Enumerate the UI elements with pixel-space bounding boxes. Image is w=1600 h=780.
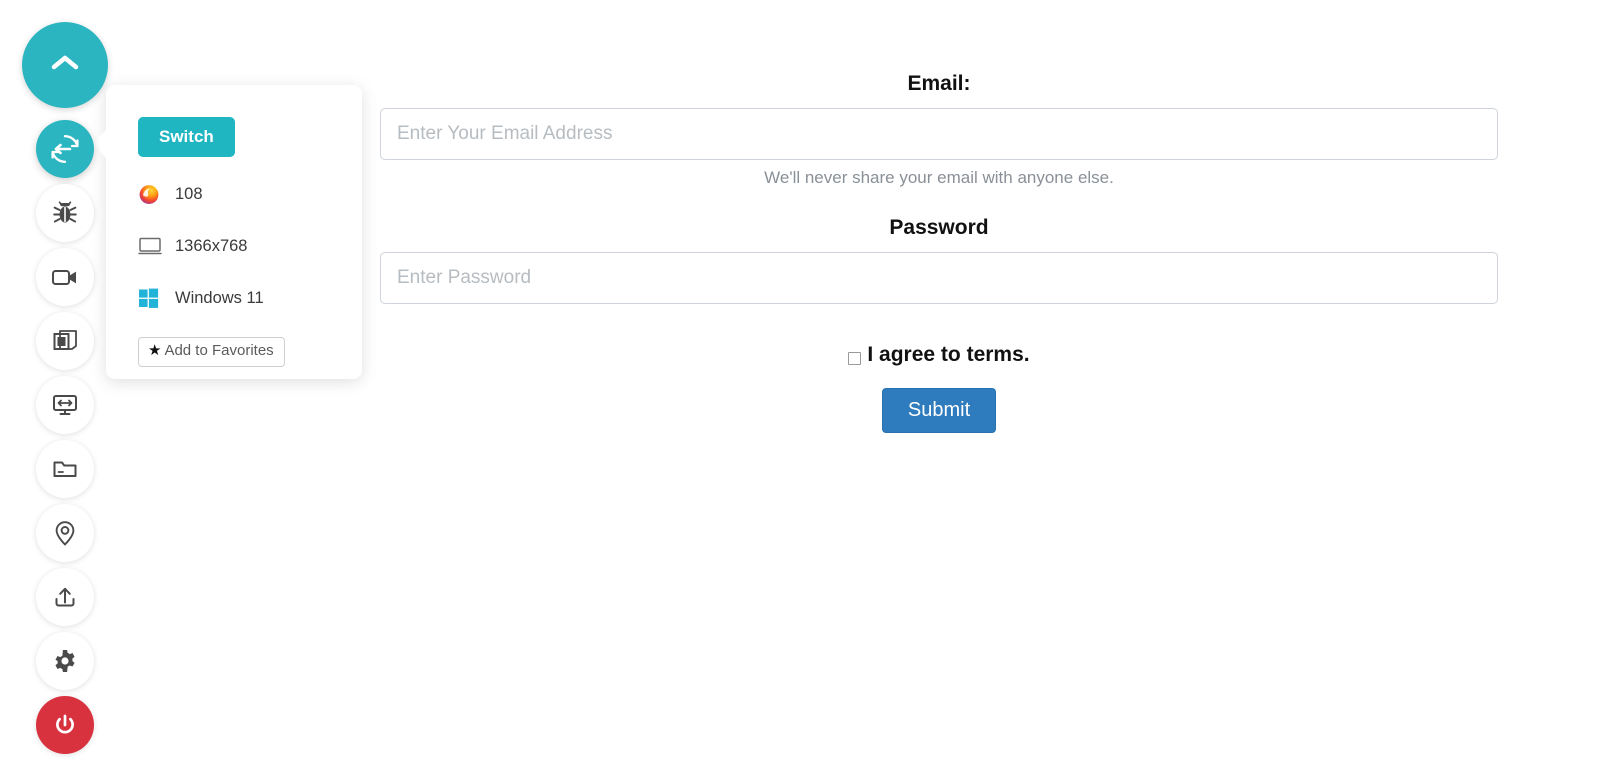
password-input[interactable] <box>380 252 1498 304</box>
monitor-resize-icon <box>51 392 79 418</box>
popup-row-browser: 108 <box>138 179 362 209</box>
page-root: Switch 108 1366x768 Windows 11 ★ Add to … <box>0 0 1600 780</box>
star-icon: ★ <box>148 342 162 359</box>
copy-layers-icon <box>51 328 79 354</box>
switch-button[interactable]: Switch <box>138 117 235 157</box>
bug-icon <box>51 199 79 227</box>
add-to-favorites-label: Add to Favorites <box>164 342 274 359</box>
submit-button[interactable]: Submit <box>881 388 997 433</box>
sidebar-item-bug[interactable] <box>36 184 94 242</box>
email-help-text: We'll never share your email with anyone… <box>764 168 1114 187</box>
terms-checkbox-label[interactable]: I agree to terms. <box>867 343 1029 367</box>
switch-arrows-icon <box>48 132 82 166</box>
sidebar-item-files[interactable] <box>36 440 94 498</box>
popup-row-os: Windows 11 <box>138 283 362 313</box>
popup-row-browser-value: 108 <box>175 184 203 203</box>
map-pin-icon <box>53 519 77 547</box>
firefox-icon <box>138 183 164 205</box>
collapse-toggle-button[interactable] <box>22 22 108 108</box>
popup-row-os-value: Windows 11 <box>175 288 264 307</box>
sidebar-item-screenshots[interactable] <box>36 312 94 370</box>
popup-row-resolution-value: 1366x768 <box>175 236 248 255</box>
email-label: Email: <box>907 72 971 95</box>
sidebar-item-switch[interactable] <box>36 120 94 178</box>
device-info-popup: Switch 108 1366x768 Windows 11 ★ Add to … <box>93 85 362 379</box>
password-label: Password <box>889 216 989 239</box>
popup-arrow-notch <box>93 129 107 159</box>
gear-icon <box>52 648 78 674</box>
sidebar-item-record[interactable] <box>36 248 94 306</box>
sidebar-item-upload[interactable] <box>36 568 94 626</box>
video-camera-icon <box>50 265 80 289</box>
terms-checkbox-row: I agree to terms. <box>380 343 1498 367</box>
folder-icon <box>51 457 79 481</box>
power-icon <box>52 712 78 738</box>
popup-row-resolution: 1366x768 <box>138 231 362 261</box>
sidebar-item-power[interactable] <box>36 696 94 754</box>
windows-icon <box>138 287 164 309</box>
monitor-icon <box>138 235 164 257</box>
add-to-favorites-button[interactable]: ★ Add to Favorites <box>138 337 285 367</box>
terms-checkbox[interactable] <box>848 351 862 365</box>
email-input[interactable] <box>380 108 1498 160</box>
signup-form: Email: We'll never share your email with… <box>380 0 1498 780</box>
sidebar-item-resolution[interactable] <box>36 376 94 434</box>
chevron-up-icon <box>50 53 80 78</box>
sidebar-item-location[interactable] <box>36 504 94 562</box>
upload-icon <box>52 584 78 610</box>
popup-content: Switch 108 1366x768 Windows 11 ★ Add to … <box>106 85 362 367</box>
sidebar-item-settings[interactable] <box>36 632 94 690</box>
